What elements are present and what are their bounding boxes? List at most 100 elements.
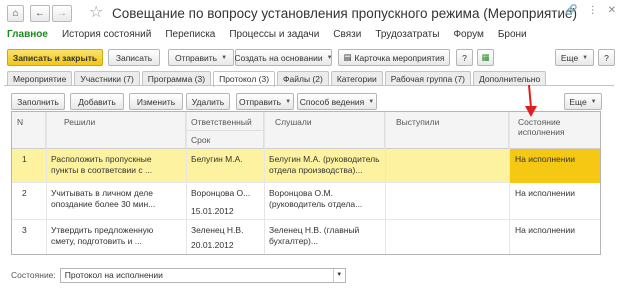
tab-workgroup[interactable]: Рабочая группа (7)	[384, 71, 472, 86]
col-header-n[interactable]: N	[12, 112, 46, 149]
method-button[interactable]: Способ ведения ▼	[297, 93, 377, 110]
arrow-left-icon[interactable]: ←	[30, 5, 50, 22]
row-heard-line2: бухгалтер)...	[269, 236, 318, 246]
header-divider	[186, 130, 264, 131]
col-header-deadline-label: Срок	[191, 135, 211, 145]
tab-files[interactable]: Файлы (2)	[277, 71, 329, 86]
chevron-down-icon[interactable]: ▼	[332, 268, 345, 282]
event-card-label: Карточка мероприятия	[354, 52, 445, 63]
menu-item-processes[interactable]: Процессы и задачи	[222, 27, 326, 43]
print-icon: ▤	[343, 52, 352, 62]
menu-item-main[interactable]: Главное	[0, 27, 55, 43]
create-based-button[interactable]: Создать на основании ▼	[234, 49, 333, 66]
tab-program[interactable]: Программа (3)	[141, 71, 212, 86]
fill-button[interactable]: Заполнить	[11, 93, 65, 110]
close-icon[interactable]: ✕	[608, 5, 616, 16]
col-header-heard[interactable]: Слушали	[264, 112, 385, 149]
row-responsible: Зеленец Н.В.	[191, 225, 244, 235]
row-responsible: Воронцова О...	[191, 188, 251, 198]
title-bar: ⌂ ← → ☆ Совещание по вопросу установлени…	[0, 0, 624, 27]
row-decision-line2: смету, подготовить и ...	[51, 236, 142, 246]
row-number: 2	[22, 188, 27, 198]
row-heard-line1: Зеленец Н.В. (главный	[269, 225, 360, 235]
tab-participants[interactable]: Участники (7)	[74, 71, 140, 86]
menu-item-history[interactable]: История состояний	[55, 27, 158, 43]
more-button[interactable]: Еще ▼	[555, 49, 594, 66]
command-bar: Записать и закрыть Записать Отправить ▼ С…	[0, 47, 624, 69]
protocol-send-button[interactable]: Отправить ▼	[236, 93, 294, 110]
row-heard-line1: Белугин М.А. (руководитель	[269, 154, 380, 164]
row-decision-line2: опоздание более 30 мин...	[51, 199, 156, 209]
page-title: Совещание по вопросу установления пропус…	[112, 6, 578, 21]
table-row[interactable]: 3 Утвердить предложенную смету, подготов…	[12, 220, 600, 254]
method-label: Способ ведения	[299, 96, 365, 107]
row-responsible: Белугин М.А.	[191, 154, 243, 164]
col-header-spoke[interactable]: Выступили	[385, 112, 509, 149]
protocol-more-label: Еще	[569, 96, 587, 107]
home-icon[interactable]: ⌂	[7, 5, 24, 22]
col-header-decisions-label: Решили	[64, 117, 96, 127]
status-select-value: Протокол на исполнении	[64, 269, 163, 280]
col-header-responsible-label: Ответственный	[191, 117, 252, 127]
send-button[interactable]: Отправить ▼	[168, 49, 234, 66]
chevron-down-icon: ▼	[326, 54, 333, 61]
table-row[interactable]: 2 Учитывать в личном деле опоздание боле…	[12, 183, 600, 220]
section-menu: Главное История состояний Переписка Проц…	[0, 27, 624, 43]
star-icon[interactable]: ☆	[89, 3, 103, 23]
col-header-decisions[interactable]: Решили	[46, 112, 186, 149]
status-label: Состояние:	[11, 270, 56, 280]
edit-button[interactable]: Изменить	[129, 93, 183, 110]
status-select[interactable]: Протокол на исполнении ▼	[59, 267, 346, 283]
status-footer: Состояние: Протокол на исполнении ▼	[11, 267, 346, 283]
col-header-status-label: Состояние исполнения	[518, 117, 565, 137]
column-divider	[509, 112, 510, 254]
delete-button[interactable]: Удалить	[186, 93, 230, 110]
menu-item-bookings[interactable]: Брони	[491, 27, 534, 43]
menu-item-correspondence[interactable]: Переписка	[158, 27, 222, 43]
save-close-button[interactable]: Записать и закрыть	[7, 49, 103, 66]
arrow-shaft	[528, 84, 532, 109]
annotation-arrow-icon	[525, 84, 537, 117]
col-header-n-label: N	[17, 117, 24, 127]
chevron-down-icon: ▼	[582, 54, 589, 61]
column-divider	[385, 112, 386, 254]
row-number: 1	[22, 154, 27, 164]
row-number: 3	[22, 225, 27, 235]
protocol-more-button[interactable]: Еще ▼	[564, 93, 602, 110]
tab-event[interactable]: Мероприятие	[7, 71, 73, 86]
send-label: Отправить	[174, 52, 218, 63]
excel-icon[interactable]: ▦	[477, 49, 494, 66]
chevron-down-icon: ▼	[221, 54, 228, 61]
column-divider	[186, 112, 187, 254]
create-based-label: Создать на основании	[234, 52, 323, 63]
help-button[interactable]: ?	[456, 49, 473, 66]
row-decision-line1: Утвердить предложенную	[51, 225, 154, 235]
row-decision-line1: Учитывать в личном деле	[51, 188, 153, 198]
chevron-down-icon: ▼	[590, 98, 597, 105]
column-divider	[46, 112, 47, 254]
arrow-right-icon[interactable]: →	[52, 5, 72, 22]
protocol-send-label: Отправить	[238, 96, 282, 107]
row-heard-line2: отдела производства)...	[269, 165, 363, 175]
add-button[interactable]: Добавить	[70, 93, 124, 110]
row-heard-line1: Воронцова О.М.	[269, 188, 333, 198]
row-status: На исполнении	[515, 225, 575, 235]
event-card-button[interactable]: ▤ Карточка мероприятия	[338, 49, 450, 66]
menu-item-labor[interactable]: Трудозатраты	[368, 27, 446, 43]
help-icon[interactable]: ?	[598, 49, 615, 66]
row-deadline: 20.01.2012	[191, 240, 234, 250]
chevron-down-icon: ▼	[368, 98, 375, 105]
more-vertical-icon[interactable]: ⋮	[588, 5, 598, 16]
tab-categories[interactable]: Категории	[330, 71, 383, 86]
row-decision-line2: пункты в соответсвии с ...	[51, 165, 153, 175]
menu-item-forum[interactable]: Форум	[446, 27, 490, 43]
more-label: Еще	[560, 52, 579, 63]
protocol-table[interactable]: N Решили Ответственный Срок Слушали Выст…	[11, 111, 601, 255]
menu-item-links[interactable]: Связи	[326, 27, 368, 43]
column-divider	[264, 112, 265, 254]
row-status: На исполнении	[515, 188, 575, 198]
row-status: На исполнении	[515, 154, 575, 164]
link-icon[interactable]: 🔗	[565, 5, 577, 16]
save-button[interactable]: Записать	[108, 49, 160, 66]
tab-strip: Мероприятие Участники (7) Программа (3) …	[7, 71, 548, 87]
